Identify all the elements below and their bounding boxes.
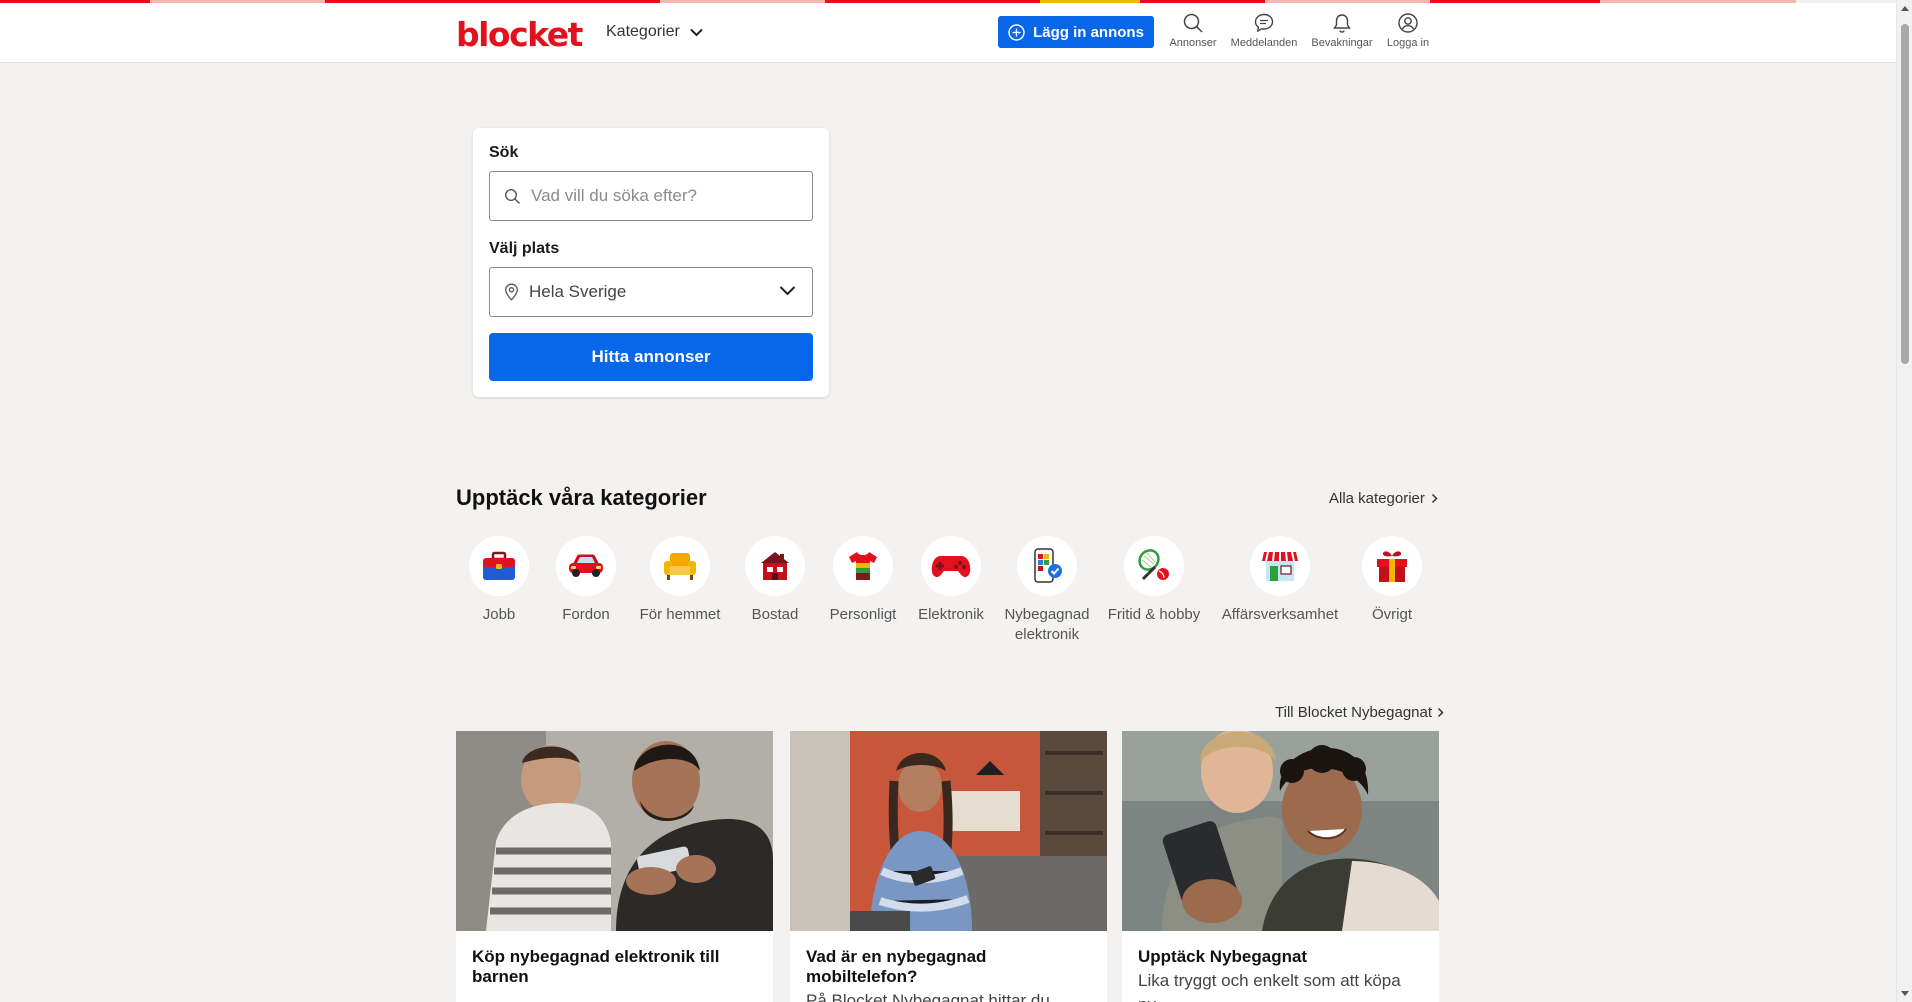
article-title: Vad är en nybegagnad mobiltelefon? [806, 947, 987, 986]
category-label: Jobb [482, 606, 516, 623]
page-scrollbar[interactable] [1896, 0, 1912, 1002]
search-icon [504, 188, 520, 204]
car-icon [569, 554, 603, 577]
category-label: Övrigt [1371, 606, 1412, 623]
category-ovrigt[interactable]: Övrigt [1332, 536, 1452, 625]
category-fritid-hobby[interactable]: Fritid & hobby [1094, 536, 1214, 625]
search-field[interactable] [489, 171, 813, 221]
categories-menu[interactable]: Kategorier [606, 23, 703, 41]
nybegagnat-link[interactable]: Till Blocket Nybegagnat [1275, 704, 1444, 721]
category-label: Elektronik [918, 606, 984, 623]
nav-meddelanden[interactable]: Meddelanden [1230, 12, 1298, 49]
location-pin-icon [505, 283, 518, 301]
bell-icon [1333, 14, 1351, 33]
blocket-logo[interactable]: blocket [456, 15, 583, 54]
category-label: Nybegagnad elektronik [1004, 606, 1090, 643]
categories-heading: Upptäck våra kategorier [456, 485, 707, 510]
nav-logga-in[interactable]: Logga in [1376, 12, 1440, 49]
chevron-right-icon [1431, 493, 1438, 504]
article-title: Upptäck Nybegagnat [1138, 947, 1308, 966]
find-ads-button[interactable]: Hitta annonser [489, 333, 813, 381]
nav-annonser-label: Annonser [1169, 37, 1217, 49]
article-text: Lika tryggt och enkelt som att köpa ny, [1138, 971, 1401, 1002]
shop-icon [1262, 551, 1298, 581]
shirt-icon [849, 552, 877, 580]
search-icon [1183, 13, 1203, 33]
scroll-up-arrow-icon[interactable] [1901, 6, 1909, 11]
post-ad-label: Lägg in annons [1033, 23, 1144, 41]
category-label: Personligt [829, 606, 897, 623]
article-card[interactable]: Upptäck Nybegagnat Lika tryggt och enkel… [1122, 731, 1439, 1002]
gift-icon [1377, 551, 1407, 582]
search-card: Sök Välj plats Hela Sverige Hitta annons… [473, 128, 829, 397]
search-input[interactable] [531, 186, 791, 206]
article-title: Köp nybegagnad elektronik till barnen [472, 947, 720, 986]
scroll-down-arrow-icon[interactable] [1901, 991, 1909, 996]
nav-bevakningar[interactable]: Bevakningar [1310, 12, 1374, 49]
chevron-down-icon [779, 286, 796, 296]
nav-annonser[interactable]: Annonser [1161, 12, 1225, 49]
search-label: Sök [489, 144, 519, 161]
chevron-right-icon [1438, 707, 1444, 718]
house-icon [761, 552, 789, 580]
location-select[interactable]: Hela Sverige [489, 267, 813, 317]
article-text: På Blocket Nybegagnat hittar du [806, 991, 1050, 1002]
chat-icon [1254, 13, 1274, 33]
phone-verified-icon [1034, 548, 1062, 583]
user-icon [1398, 13, 1418, 33]
article-image [1122, 731, 1439, 931]
category-label: Bostad [751, 606, 799, 623]
location-value: Hela Sverige [529, 282, 627, 301]
categories-menu-label: Kategorier [606, 23, 680, 40]
tennis-icon [1138, 549, 1169, 581]
briefcase-icon [483, 551, 515, 580]
category-label: För hemmet [639, 606, 721, 623]
category-label: Fordon [562, 606, 610, 623]
post-ad-button[interactable]: Lägg in annons [998, 16, 1154, 48]
nav-logga-in-label: Logga in [1386, 37, 1430, 49]
category-label: Fritid & hobby [1107, 606, 1201, 623]
gamepad-icon [931, 556, 971, 577]
category-nybegagnad-elektronik[interactable]: Nybegagnad elektronik [987, 536, 1107, 645]
location-label: Välj plats [489, 240, 560, 257]
plus-circle-icon [1008, 23, 1025, 41]
article-image [790, 731, 1107, 931]
article-image [456, 731, 773, 931]
article-card[interactable]: Vad är en nybegagnad mobiltelefon? På Bl… [790, 731, 1107, 1002]
all-categories-label: Alla kategorier [1329, 490, 1425, 507]
category-label: Affärsverksamhet [1221, 606, 1339, 623]
scroll-thumb[interactable] [1901, 24, 1909, 364]
all-categories-link[interactable]: Alla kategorier [1329, 490, 1438, 507]
chevron-down-icon [690, 28, 703, 36]
nav-bevakningar-label: Bevakningar [1311, 37, 1373, 49]
article-card[interactable]: Köp nybegagnad elektronik till barnen [456, 731, 773, 1002]
nybegagnat-link-label: Till Blocket Nybegagnat [1275, 704, 1433, 721]
category-affarsverksamhet[interactable]: Affärsverksamhet [1220, 536, 1340, 625]
site-header: blocket Kategorier Lägg in annons Annons… [0, 3, 1896, 63]
armchair-icon [664, 553, 696, 580]
nav-meddelanden-label: Meddelanden [1230, 37, 1298, 49]
